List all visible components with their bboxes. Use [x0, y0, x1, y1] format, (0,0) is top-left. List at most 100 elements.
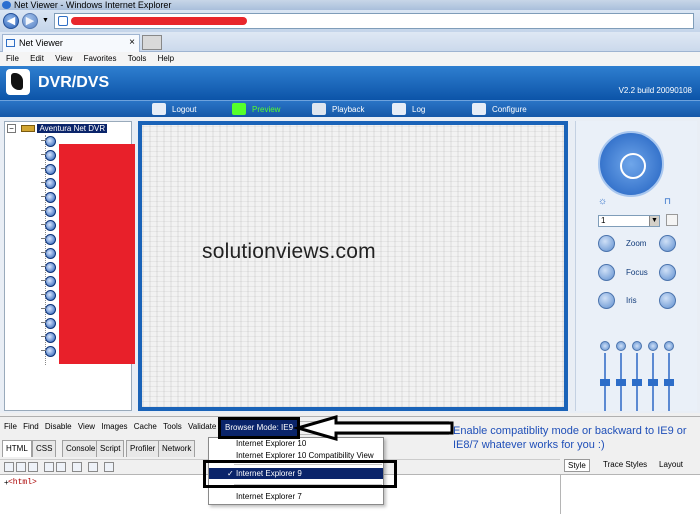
logout-icon	[152, 103, 166, 115]
zoom-in-button[interactable]	[659, 235, 676, 252]
new-tab-button[interactable]	[142, 35, 162, 50]
page-icon	[58, 16, 68, 26]
save-icon[interactable]	[28, 462, 38, 472]
menu-edit[interactable]: Edit	[30, 52, 44, 66]
menu-view[interactable]: View	[55, 52, 72, 66]
select-element-icon[interactable]	[4, 462, 14, 472]
light-icon[interactable]: ☼	[598, 195, 609, 207]
preset-select[interactable]: 1 ▼	[598, 215, 660, 227]
adjust-slider[interactable]	[664, 341, 674, 411]
tab-net-viewer[interactable]: Net Viewer ×	[2, 34, 140, 52]
camera-icon[interactable]	[41, 247, 56, 259]
camera-icon[interactable]	[41, 275, 56, 287]
tab-network[interactable]: Network	[158, 440, 196, 457]
slider-thumb[interactable]	[648, 379, 658, 386]
camera-icon[interactable]	[41, 149, 56, 161]
nav-logout[interactable]: Logout	[150, 101, 196, 118]
camera-icon[interactable]	[41, 303, 56, 315]
menu-tools[interactable]: Tools	[128, 52, 147, 66]
focus-near-button[interactable]	[598, 264, 615, 281]
ptz-direction-dial[interactable]	[598, 131, 664, 197]
zoom-label: Zoom	[626, 239, 647, 248]
search-icon[interactable]	[72, 462, 82, 472]
dvr-version: V2.2 build 20090108	[618, 86, 692, 95]
device-tree: − Aventura Net DVR	[4, 121, 135, 411]
menu-file[interactable]: File	[6, 52, 19, 66]
camera-icon[interactable]	[41, 331, 56, 343]
tab-layout[interactable]: Layout	[656, 459, 686, 472]
dev-menu-images[interactable]: Images	[101, 417, 127, 437]
option-ie10[interactable]: Internet Explorer 10	[209, 438, 383, 449]
iris-label: Iris	[626, 296, 637, 305]
slider-thumb[interactable]	[600, 379, 610, 386]
menu-help[interactable]: Help	[158, 52, 174, 66]
back-arrow-icon: ◀	[6, 15, 16, 27]
dev-menu-tools[interactable]: Tools	[163, 417, 182, 437]
forward-button[interactable]: ▶	[22, 13, 38, 29]
edit-icon[interactable]	[88, 462, 98, 472]
camera-icon[interactable]	[41, 345, 56, 357]
back-button[interactable]: ◀	[3, 13, 19, 29]
camera-icon[interactable]	[41, 219, 56, 231]
nav-configure[interactable]: Configure	[470, 101, 527, 118]
camera-icon[interactable]	[41, 261, 56, 273]
tab-style[interactable]: Style	[564, 459, 590, 472]
adjust-slider[interactable]	[648, 341, 658, 411]
tab-html[interactable]: HTML	[2, 440, 32, 457]
slider-thumb[interactable]	[664, 379, 674, 386]
adjust-slider[interactable]	[600, 341, 610, 411]
dev-menu-view[interactable]: View	[78, 417, 95, 437]
refresh-icon[interactable]	[16, 462, 26, 472]
tab-trace-styles[interactable]: Trace Styles	[600, 459, 650, 472]
dev-menu-file[interactable]: File	[4, 417, 17, 437]
iris-open-button[interactable]	[659, 292, 676, 309]
browser-menu-bar: File Edit View Favorites Tools Help	[0, 52, 700, 66]
highlight-browser-mode	[218, 417, 300, 439]
word-wrap-icon[interactable]	[44, 462, 54, 472]
video-preview-area[interactable]	[142, 125, 564, 407]
dvr-nav-bar: Logout Preview Playback Log Configure	[0, 100, 700, 117]
camera-icon[interactable]	[41, 317, 56, 329]
tab-css[interactable]: CSS	[32, 440, 57, 457]
camera-icon[interactable]	[41, 135, 56, 147]
tab-console[interactable]: Console	[62, 440, 100, 457]
nav-preview[interactable]: Preview	[230, 101, 280, 118]
tree-root[interactable]: − Aventura Net DVR	[7, 124, 108, 134]
dev-menu-disable[interactable]: Disable	[45, 417, 72, 437]
nav-log[interactable]: Log	[390, 101, 425, 118]
devtools-side-tabs: Style Trace Styles Layout	[560, 459, 700, 473]
camera-icon[interactable]	[41, 289, 56, 301]
nav-playback[interactable]: Playback	[310, 101, 364, 118]
camera-icon[interactable]	[41, 233, 56, 245]
dev-menu-validate[interactable]: Validate	[188, 417, 216, 437]
clear-icon[interactable]	[56, 462, 66, 472]
camera-icon[interactable]	[41, 163, 56, 175]
tree-collapse-icon[interactable]: −	[7, 124, 16, 134]
dom-view-icon[interactable]	[104, 462, 114, 472]
adjust-slider[interactable]	[616, 341, 626, 411]
url-input[interactable]	[54, 13, 694, 29]
document-mode-field[interactable]: ndards	[297, 421, 449, 435]
tab-script[interactable]: Script	[96, 440, 125, 457]
slider-thumb[interactable]	[616, 379, 626, 386]
wiper-icon[interactable]: ⊓	[664, 195, 675, 206]
zoom-out-button[interactable]	[598, 235, 615, 252]
html-node[interactable]: <html>	[8, 478, 37, 487]
iris-close-button[interactable]	[598, 292, 615, 309]
dev-menu-cache[interactable]: Cache	[134, 417, 157, 437]
preview-icon	[232, 103, 246, 115]
preset-go-button[interactable]	[666, 214, 678, 226]
dev-menu-find[interactable]: Find	[23, 417, 39, 437]
slider-thumb[interactable]	[632, 379, 642, 386]
option-ie7[interactable]: Internet Explorer 7	[209, 491, 383, 502]
camera-icon[interactable]	[41, 177, 56, 189]
focus-far-button[interactable]	[659, 264, 676, 281]
adjust-slider[interactable]	[632, 341, 642, 411]
focus-label: Focus	[626, 268, 648, 277]
tab-profiler[interactable]: Profiler	[126, 440, 160, 457]
history-dropdown-icon[interactable]: ▼	[42, 17, 49, 24]
menu-favorites[interactable]: Favorites	[84, 52, 117, 66]
camera-icon[interactable]	[41, 205, 56, 217]
tab-close-icon[interactable]: ×	[129, 35, 135, 51]
camera-icon[interactable]	[41, 191, 56, 203]
